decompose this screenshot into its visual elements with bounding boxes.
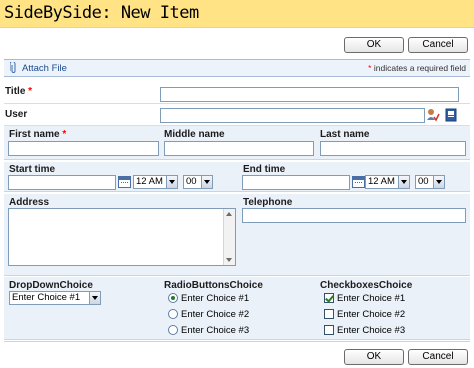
check-names-icon[interactable] [426, 108, 440, 122]
attach-file-link[interactable]: Attach File [22, 63, 67, 74]
address-label: Address [9, 197, 50, 208]
telephone-label: Telephone [243, 197, 293, 208]
end-time-label: End time [243, 164, 286, 175]
scroll-down-icon[interactable] [226, 258, 232, 262]
radio-choice-label: RadioButtonsChoice [164, 280, 263, 291]
checkbox-choice-label: CheckboxesChoice [320, 280, 413, 291]
checkbox-choice-2-label: Enter Choice #2 [337, 309, 406, 320]
end-calendar-icon[interactable] [352, 176, 365, 188]
address-scrollbar[interactable] [223, 209, 235, 265]
cancel-button-bottom[interactable]: Cancel [408, 349, 468, 365]
middle-name-label: Middle name [164, 129, 225, 140]
bottom-divider [4, 341, 470, 342]
cancel-button-top[interactable]: Cancel [408, 37, 468, 53]
radio-choice-1-label: Enter Choice #1 [181, 293, 250, 304]
time-panel: Start time 12 AM 00 End time 12 AM 00 [4, 162, 470, 192]
last-name-input[interactable] [320, 141, 466, 156]
choices-panel: DropDownChoice Enter Choice #1 RadioButt… [4, 277, 470, 340]
name-panel: First name * Middle name Last name [4, 126, 470, 160]
title-label: Title * [5, 86, 33, 97]
checkbox-choice-3[interactable] [324, 325, 334, 335]
first-name-label: First name * [9, 129, 67, 140]
scroll-up-icon[interactable] [226, 212, 232, 216]
end-date-input[interactable] [242, 175, 350, 190]
radio-choice-2[interactable] [168, 309, 178, 319]
start-time-label: Start time [9, 164, 56, 175]
window-title: SideBySide: New Item [4, 3, 199, 23]
first-name-input[interactable] [8, 141, 159, 156]
address-textarea[interactable] [8, 208, 236, 266]
title-input[interactable] [160, 87, 459, 102]
user-row: User [4, 104, 470, 126]
user-input[interactable] [160, 108, 425, 123]
start-date-input[interactable] [8, 175, 116, 190]
start-hour-select[interactable]: 12 AM [133, 175, 178, 189]
telephone-input[interactable] [242, 208, 466, 223]
radio-choice-2-label: Enter Choice #2 [181, 309, 250, 320]
start-minute-select[interactable]: 00 [183, 175, 213, 189]
dropdown-choice-label: DropDownChoice [9, 280, 93, 291]
checkbox-choice-3-label: Enter Choice #3 [337, 325, 406, 336]
checkbox-choice-1[interactable] [324, 293, 334, 303]
address-panel: Address Telephone [4, 194, 470, 276]
end-minute-select[interactable]: 00 [415, 175, 445, 189]
user-label: User [5, 109, 28, 120]
title-row: Title * [4, 82, 470, 104]
window-title-bar: SideBySide: New Item [0, 0, 474, 28]
radio-choice-3[interactable] [168, 325, 178, 335]
paperclip-icon [10, 62, 16, 73]
required-field-note: * indicates a required field [368, 63, 466, 73]
checkbox-choice-2[interactable] [324, 309, 334, 319]
end-hour-select[interactable]: 12 AM [365, 175, 410, 189]
middle-name-input[interactable] [164, 141, 314, 156]
last-name-label: Last name [320, 129, 370, 140]
ok-button-top[interactable]: OK [344, 37, 404, 53]
dropdown-choice-select[interactable]: Enter Choice #1 [9, 291, 101, 305]
attach-toolbar: Attach File * indicates a required field [4, 59, 470, 77]
checkbox-choice-1-label: Enter Choice #1 [337, 293, 406, 304]
start-calendar-icon[interactable] [118, 176, 131, 188]
address-book-icon[interactable] [444, 108, 458, 122]
radio-choice-1[interactable] [168, 293, 178, 303]
radio-choice-3-label: Enter Choice #3 [181, 325, 250, 336]
ok-button-bottom[interactable]: OK [344, 349, 404, 365]
